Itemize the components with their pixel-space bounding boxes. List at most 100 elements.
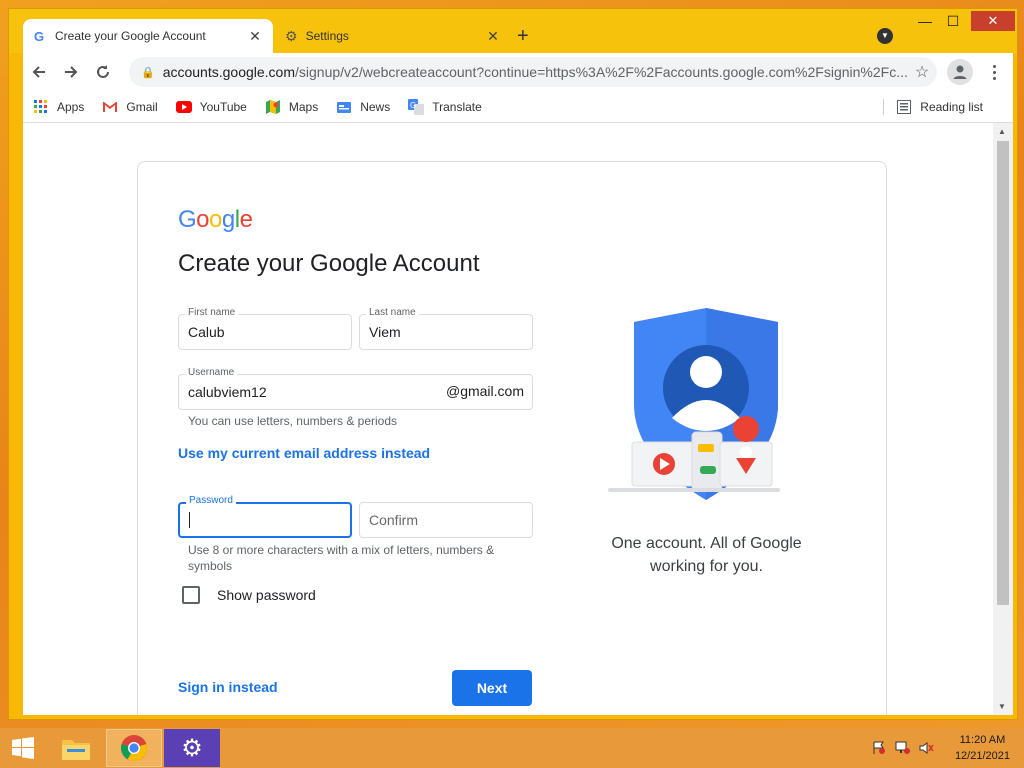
person-icon — [953, 65, 967, 79]
page-content: Google Create your Google Account First … — [23, 123, 993, 715]
last-name-value: Viem — [369, 324, 401, 340]
reload-button[interactable] — [87, 56, 119, 88]
kebab-menu-icon[interactable] — [981, 59, 1007, 85]
bookmark-label: News — [360, 99, 391, 114]
first-name-value: Calub — [188, 324, 225, 340]
bookmark-apps[interactable]: Apps — [33, 99, 84, 115]
forward-button[interactable] — [55, 56, 87, 88]
password-field[interactable]: Password — [178, 495, 352, 538]
password-hint: Use 8 or more characters with a mix of l… — [188, 542, 528, 574]
settings-taskbar-icon[interactable]: ⚙ — [164, 729, 220, 767]
bookmark-translate[interactable]: G Translate — [408, 98, 482, 115]
network-icon[interactable] — [893, 740, 913, 756]
reload-icon — [97, 65, 109, 78]
profile-button[interactable] — [947, 59, 973, 85]
bookmark-star-icon[interactable]: ☆ — [907, 62, 937, 82]
confirm-password-field[interactable]: Confirm — [359, 502, 533, 538]
first-name-label: First name — [185, 307, 239, 318]
scroll-down-icon[interactable]: ▼ — [998, 702, 1006, 711]
password-hint-line: Use 8 or more characters with a mix of l… — [188, 543, 495, 557]
minimize-button[interactable]: — — [911, 13, 939, 29]
sign-in-link[interactable]: Sign in instead — [178, 679, 278, 695]
bookmark-news[interactable]: News — [336, 99, 390, 115]
youtube-icon — [175, 99, 192, 115]
apps-grid-icon — [33, 99, 49, 115]
tab-create-account[interactable]: G Create your Google Account ✕ — [23, 19, 273, 53]
tab-title: Settings — [305, 29, 349, 43]
last-name-field[interactable]: Last name Viem — [359, 307, 533, 350]
url-text: accounts.google.com/signup/v2/webcreatea… — [162, 64, 907, 80]
account-shield-illustration — [608, 308, 780, 500]
tab-close-icon[interactable]: ✕ — [247, 28, 263, 45]
system-clock[interactable]: 11:20 AM 12/21/2021 — [955, 732, 1010, 764]
tagline: One account. All of Google working for y… — [604, 532, 809, 578]
chrome-taskbar-icon[interactable] — [106, 729, 162, 767]
username-label: Username — [185, 367, 238, 378]
bookmark-label: YouTube — [199, 99, 247, 114]
browser-titlebar: G Create your Google Account ✕ ⚙ Setting… — [9, 9, 1017, 53]
translate-icon: G — [408, 98, 425, 115]
next-button[interactable]: Next — [452, 670, 532, 706]
back-arrow-icon — [32, 66, 45, 78]
tab-close-icon[interactable]: ✕ — [485, 28, 501, 45]
close-window-button[interactable]: ✕ — [971, 11, 1015, 31]
show-password-label[interactable]: Show password — [217, 587, 316, 603]
volume-muted-icon[interactable] — [917, 740, 937, 756]
google-logo: Google — [178, 206, 253, 233]
clock-date: 12/21/2021 — [954, 750, 1010, 762]
file-explorer-taskbar-icon[interactable] — [48, 729, 104, 767]
start-button[interactable] — [0, 728, 46, 768]
last-name-label: Last name — [366, 307, 419, 318]
vertical-scrollbar[interactable]: ▲ ▼ — [993, 123, 1013, 715]
password-hint-line: symbols — [188, 559, 233, 573]
windows-logo-icon — [12, 737, 34, 759]
maximize-button[interactable]: ☐ — [939, 13, 967, 30]
google-favicon-icon: G — [34, 29, 44, 43]
username-value: calubviem12 — [188, 384, 267, 400]
username-field[interactable]: Username calubviem12 @gmail.com — [178, 367, 533, 410]
maps-icon — [265, 99, 281, 115]
scroll-thumb[interactable] — [997, 141, 1009, 605]
tab-search-icon[interactable]: ▼ — [877, 28, 893, 44]
confirm-placeholder: Confirm — [369, 512, 419, 528]
lock-icon[interactable]: 🔒 — [141, 66, 155, 79]
bookmark-label: Translate — [432, 99, 482, 114]
tab-settings[interactable]: ⚙ Settings ✕ — [275, 19, 511, 53]
system-tray: 11:20 AM 12/21/2021 — [869, 728, 1010, 768]
bookmark-maps[interactable]: Maps — [265, 99, 318, 115]
use-email-link[interactable]: Use my current email address instead — [178, 445, 430, 461]
bookmarks-bar: Apps Gmail YouTube Maps News G Translate… — [23, 91, 1013, 123]
back-button[interactable] — [23, 56, 55, 88]
gear-icon: ⚙ — [181, 734, 203, 762]
first-name-field[interactable]: First name Calub — [178, 307, 352, 350]
bookmark-gmail[interactable]: Gmail — [102, 99, 158, 115]
password-label: Password — [186, 495, 236, 506]
new-tab-button[interactable]: + — [517, 25, 529, 48]
text-caret — [189, 512, 190, 528]
news-icon — [336, 99, 352, 115]
gear-icon: ⚙ — [285, 27, 298, 44]
show-password-checkbox[interactable] — [182, 586, 200, 604]
reading-list-label: Reading list — [920, 99, 983, 114]
taskbar: ⚙ 11:20 AM 12/21/2021 — [0, 728, 1024, 768]
browser-window: G Create your Google Account ✕ ⚙ Setting… — [8, 8, 1018, 720]
gmail-icon — [102, 99, 118, 115]
reading-list-icon — [896, 99, 912, 115]
forward-arrow-icon — [65, 66, 78, 78]
bookmark-youtube[interactable]: YouTube — [175, 99, 247, 115]
username-suffix: @gmail.com — [445, 383, 524, 399]
clock-time: 11:20 AM — [959, 734, 1006, 746]
page-title: Create your Google Account — [178, 250, 480, 277]
svg-text:G: G — [410, 101, 416, 110]
reading-list-button[interactable]: Reading list — [883, 98, 983, 115]
username-hint: You can use letters, numbers & periods — [188, 414, 398, 428]
bookmark-label: Maps — [288, 99, 319, 114]
action-center-flag-icon[interactable] — [869, 740, 889, 756]
tagline-line: One account. All of Google — [611, 535, 802, 552]
scroll-up-icon[interactable]: ▲ — [998, 127, 1006, 136]
browser-toolbar: 🔒 accounts.google.com/signup/v2/webcreat… — [23, 53, 1013, 91]
bookmark-label: Gmail — [126, 99, 158, 114]
bookmark-label: Apps — [57, 99, 85, 114]
tab-title: Create your Google Account — [55, 29, 206, 43]
address-bar[interactable]: 🔒 accounts.google.com/signup/v2/webcreat… — [129, 57, 937, 87]
